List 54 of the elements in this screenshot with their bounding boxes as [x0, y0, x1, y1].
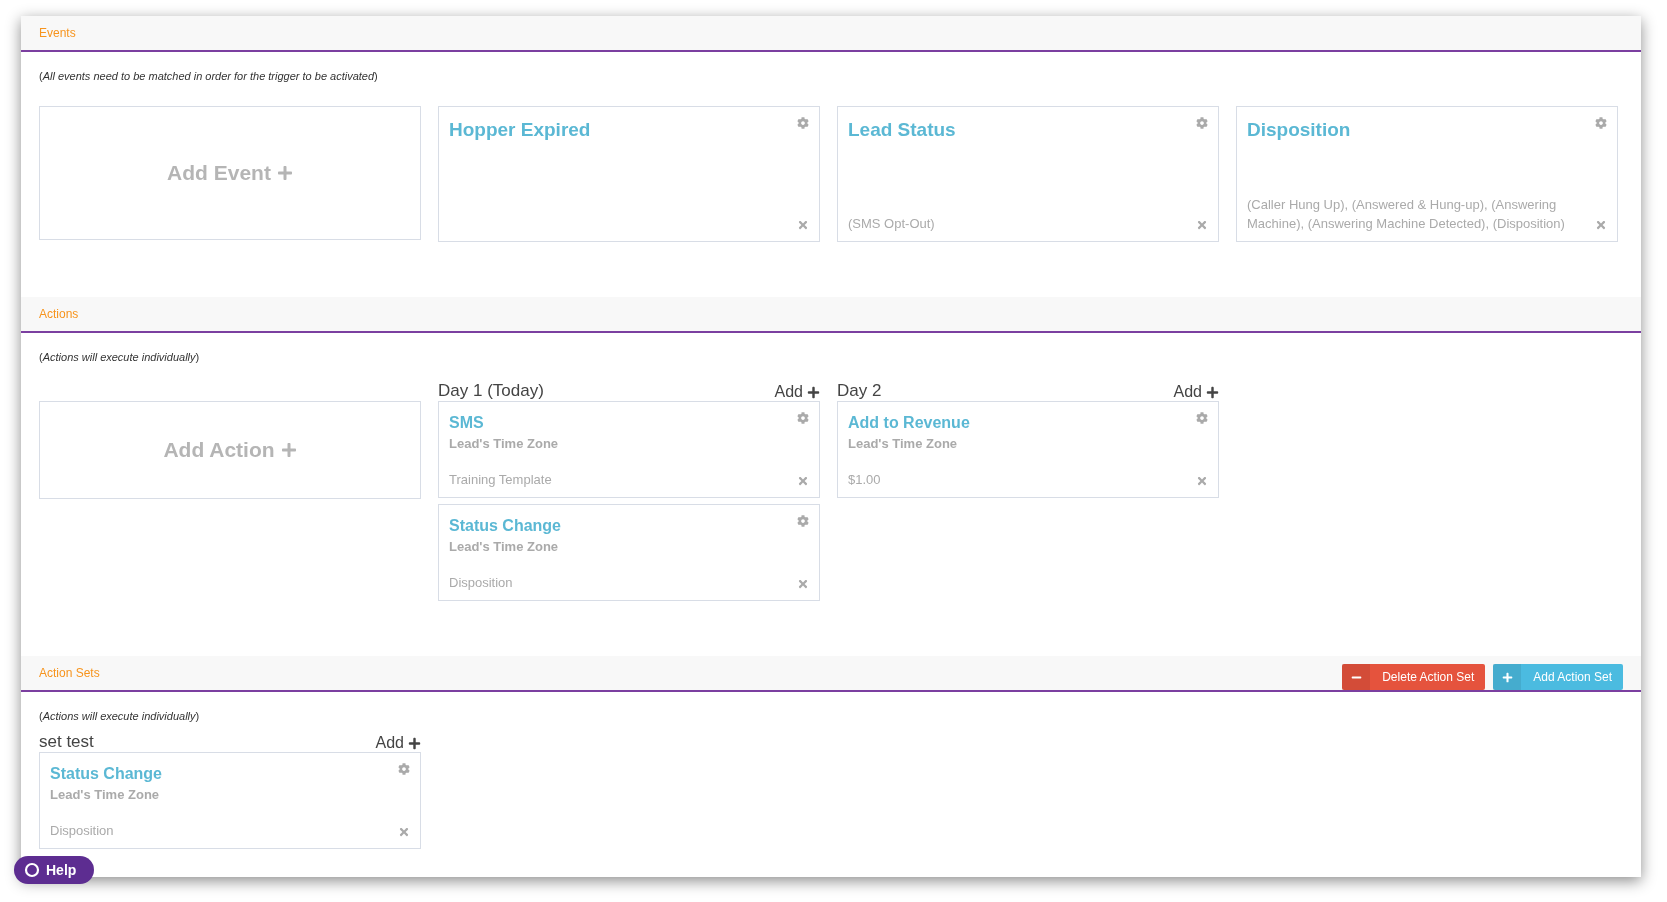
card-title[interactable]: Status Change	[50, 765, 162, 783]
card-subtitle: Lead's Time Zone	[50, 787, 160, 802]
plus-icon	[276, 165, 293, 181]
settings-icon[interactable]	[797, 412, 809, 424]
plus-icon	[807, 385, 820, 399]
card-title[interactable]: Status Change	[449, 517, 561, 535]
plus-icon	[280, 442, 297, 458]
card-detail: (Caller Hung Up), (Answered & Hung-up), (Answering Machine), (Answering Machine Detected), (Disposition)	[1247, 196, 1566, 233]
section-title: Actions	[39, 307, 79, 321]
close-icon[interactable]	[1595, 219, 1607, 231]
note-text: (Actions will execute individually)	[39, 351, 200, 363]
settings-icon[interactable]	[1196, 412, 1208, 424]
column-label: Day 1 (Today)	[438, 381, 544, 401]
card-subtitle: Lead's Time Zone	[848, 436, 958, 451]
section-title: Action Sets	[39, 666, 100, 680]
column-label: Day 2	[837, 381, 882, 401]
add-link[interactable]: Add	[774, 383, 820, 401]
card-title[interactable]: Lead Status	[848, 119, 956, 141]
card-title[interactable]: Hopper Expired	[449, 119, 591, 141]
note-text: (All events need to be matched in order for the trigger to be activated)	[39, 70, 378, 82]
card-title[interactable]: SMS	[449, 414, 484, 432]
plus-icon	[1206, 385, 1219, 399]
close-icon[interactable]	[1196, 475, 1208, 487]
card-subtitle: Lead's Time Zone	[449, 436, 559, 451]
close-icon[interactable]	[398, 826, 410, 838]
help-button[interactable]: Help	[14, 856, 95, 884]
delete-button[interactable]: Delete Action Set	[1342, 664, 1486, 690]
add-link[interactable]: Add	[375, 734, 421, 752]
settings-icon[interactable]	[1196, 117, 1208, 129]
settings-icon[interactable]	[797, 515, 809, 527]
plus-icon	[1501, 671, 1513, 683]
note-text: (Actions will execute individually)	[39, 710, 200, 722]
add-button[interactable]: Add Action Set	[1493, 664, 1623, 690]
close-icon[interactable]	[797, 475, 809, 487]
column-label: set test	[39, 732, 94, 752]
close-icon[interactable]	[1196, 219, 1208, 231]
settings-icon[interactable]	[797, 117, 809, 129]
card-detail: Disposition	[50, 822, 114, 840]
card-detail: $1.00	[848, 471, 881, 489]
card-detail: (SMS Opt-Out)	[848, 215, 935, 233]
card-title[interactable]: Disposition	[1247, 119, 1351, 141]
card-detail: Disposition	[449, 574, 513, 592]
plus-icon	[408, 736, 421, 750]
add-event-button[interactable]: Add Event	[39, 106, 421, 240]
add-link[interactable]: Add	[1173, 383, 1219, 401]
card-title[interactable]: Add to Revenue	[848, 414, 970, 432]
section-title: Events	[39, 26, 76, 40]
settings-icon[interactable]	[1595, 117, 1607, 129]
close-icon[interactable]	[797, 578, 809, 590]
add-action-button[interactable]: Add Action	[39, 401, 421, 499]
close-icon[interactable]	[797, 219, 809, 231]
card-subtitle: Lead's Time Zone	[449, 539, 559, 554]
settings-icon[interactable]	[398, 763, 410, 775]
card-detail: Training Template	[449, 471, 552, 489]
